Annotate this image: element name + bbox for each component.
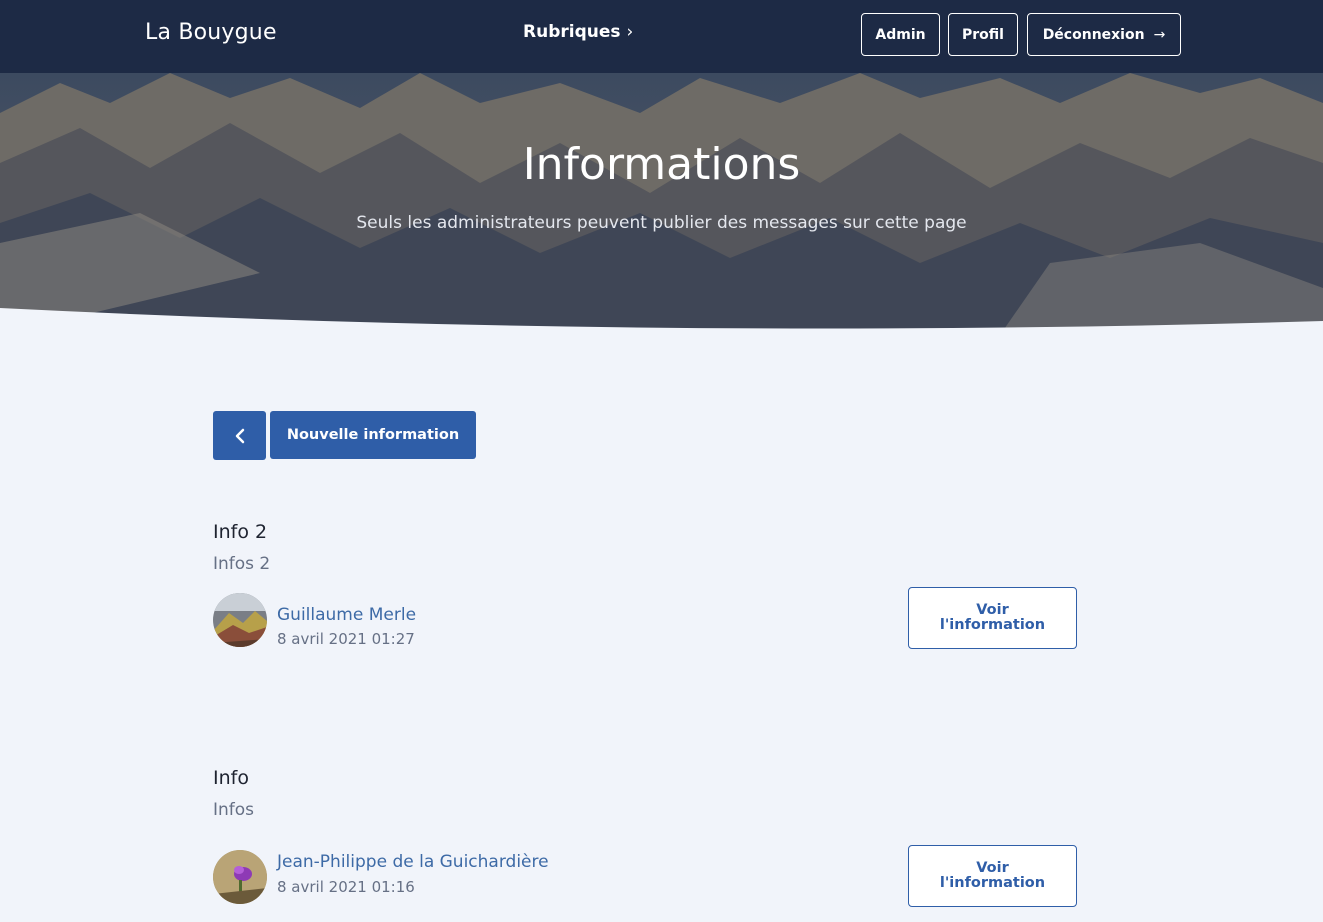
rubriques-menu[interactable]: Rubriques ›	[523, 22, 633, 42]
logout-button[interactable]: Déconnexion →	[1027, 13, 1181, 56]
author-photo	[213, 850, 267, 904]
admin-button[interactable]: Admin	[861, 13, 940, 56]
new-information-button[interactable]: Nouvelle information	[270, 411, 476, 459]
author-link[interactable]: Jean-Philippe de la Guichardière	[277, 852, 549, 872]
avatar[interactable]	[213, 850, 267, 904]
post-date: 8 avril 2021 01:16	[277, 878, 415, 896]
post-date: 8 avril 2021 01:27	[277, 630, 415, 648]
site-brand[interactable]: La Bouygue	[145, 20, 277, 45]
author-link[interactable]: Guillaume Merle	[277, 605, 416, 625]
post-body: Infos	[213, 800, 255, 820]
post-title: Info 2	[213, 521, 268, 543]
chevron-left-icon	[235, 428, 244, 443]
back-button[interactable]	[213, 411, 266, 460]
post-body: Infos 2	[213, 554, 271, 574]
mountain-background-image	[0, 73, 1323, 335]
chevron-right-icon: ›	[626, 22, 634, 42]
view-information-button[interactable]: Voir l'information	[908, 587, 1077, 649]
page-subtitle: Seuls les administrateurs peuvent publie…	[356, 213, 967, 233]
arrow-right-icon: →	[1153, 26, 1166, 43]
profil-button[interactable]: Profil	[948, 13, 1018, 56]
page-title: Informations	[522, 139, 801, 190]
avatar[interactable]	[213, 593, 267, 647]
view-information-button[interactable]: Voir l'information	[908, 845, 1077, 907]
logout-label: Déconnexion	[1042, 26, 1145, 43]
top-navbar: La Bouygue Rubriques › Admin Profil Décon…	[0, 0, 1323, 73]
hero-banner: Informations Seuls les administrateurs p…	[0, 73, 1323, 335]
author-photo	[213, 593, 267, 647]
post-title: Info	[213, 767, 249, 789]
rubriques-label: Rubriques	[523, 22, 621, 42]
